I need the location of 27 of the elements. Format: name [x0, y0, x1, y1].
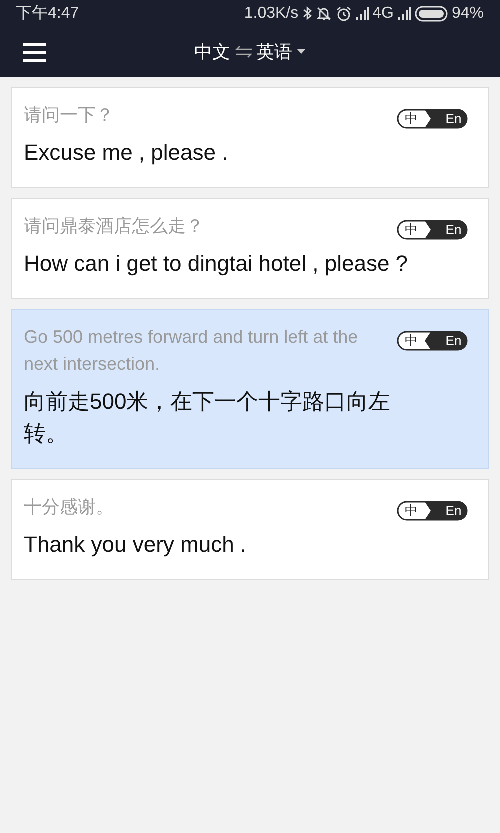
translation-text: 向前走500米，在下一个十字路口向左转。 [24, 388, 392, 448]
direction-toggle[interactable]: 中 En [397, 109, 468, 129]
network-type: 4G [372, 4, 394, 24]
caret-icon[interactable] [296, 49, 306, 55]
muted-bell-icon [316, 6, 332, 21]
target-language[interactable]: 英语 [256, 38, 292, 66]
direction-toggle[interactable]: 中 En [397, 331, 468, 351]
signal-icon [398, 7, 411, 20]
direction-toggle[interactable]: 中 En [397, 220, 468, 240]
signal-icon [356, 7, 369, 20]
translation-text: Excuse me , please . [24, 139, 230, 167]
battery-icon [414, 6, 448, 22]
translation-text: How can i get to dingtai hotel , please ? [24, 250, 409, 278]
network-speed: 1.03K/s [244, 4, 299, 24]
translation-text: Thank you very much . [24, 531, 248, 559]
source-text: 请问一下？ [24, 104, 115, 127]
source-text: Go 500 metres forward and turn left at the next intersection. [24, 326, 360, 376]
swap-icon[interactable] [234, 46, 252, 58]
source-text: 十分感谢。 [24, 496, 115, 519]
battery-level: 94% [452, 4, 484, 24]
alarm-icon [336, 6, 352, 22]
source-text: 请问鼎泰酒店怎么走？ [24, 215, 205, 238]
menu-button[interactable] [23, 40, 46, 64]
status-time: 下午4:47 [16, 4, 80, 24]
source-language[interactable]: 中文 [194, 38, 230, 66]
direction-toggle[interactable]: 中 En [397, 501, 468, 521]
bluetooth-icon [302, 6, 312, 21]
